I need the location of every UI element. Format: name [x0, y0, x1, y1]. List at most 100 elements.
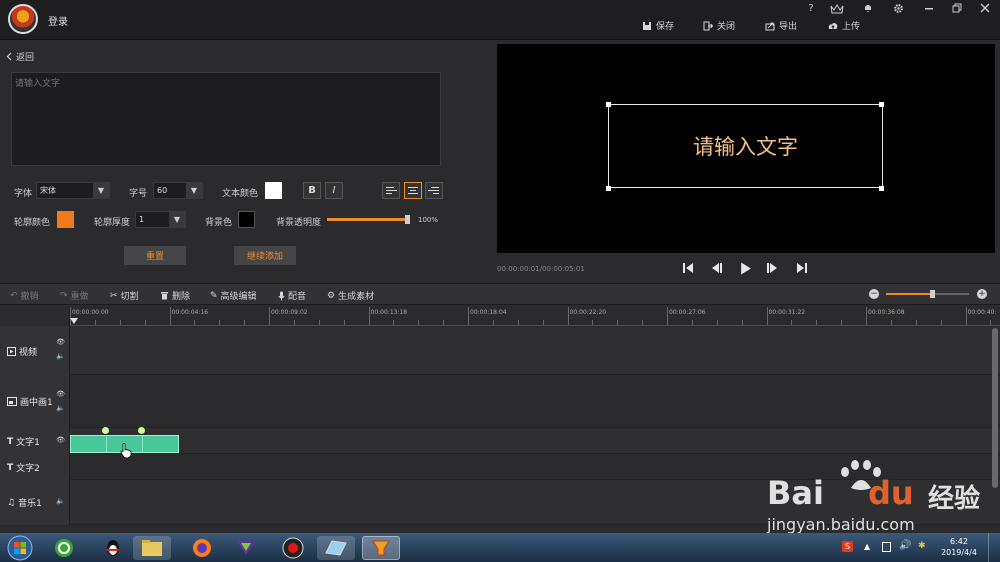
resize-handle-bl[interactable] [606, 186, 611, 191]
upload-button[interactable]: 上传 [828, 19, 860, 32]
save-button[interactable]: 保存 [642, 19, 674, 32]
show-desktop-button[interactable] [988, 533, 1000, 562]
close-window-icon[interactable] [978, 3, 992, 16]
app-logo-icon[interactable] [8, 4, 38, 34]
timeline-toolbar [0, 283, 1000, 305]
bg-opacity-slider[interactable] [327, 215, 410, 224]
generate-material-button[interactable]: ⚙ 生成素材 [327, 289, 374, 303]
skip-end-icon[interactable] [796, 262, 808, 274]
advanced-edit-button[interactable]: ✎ 高级编辑 [210, 289, 257, 303]
resize-handle-tl[interactable] [606, 102, 611, 107]
login-link[interactable]: 登录 [48, 13, 68, 28]
keyframe-marker[interactable] [102, 427, 109, 434]
back-button[interactable]: 返回 [6, 50, 34, 63]
close-icon [703, 21, 713, 30]
sogou-ime-icon[interactable]: S [842, 541, 853, 552]
text-color-swatch[interactable] [265, 182, 282, 199]
outline-width-select[interactable]: 1 ▼ [135, 211, 186, 228]
video-editor-app-icon [372, 540, 390, 556]
help-icon[interactable]: ? [804, 3, 818, 14]
restore-icon[interactable] [950, 3, 964, 16]
minimize-icon[interactable] [922, 3, 936, 16]
ruler-tick [244, 320, 246, 325]
close-label: 关闭 [717, 22, 736, 32]
bell-icon[interactable] [861, 3, 875, 16]
ruler-tick [965, 307, 967, 325]
taskbar-app-player[interactable] [227, 536, 265, 560]
start-button[interactable] [3, 533, 37, 562]
zoom-handle[interactable] [929, 290, 935, 298]
text-input[interactable] [11, 72, 441, 166]
play-icon[interactable] [739, 262, 752, 275]
usb-tray-icon[interactable] [882, 542, 891, 552]
size-select[interactable]: 60 ▼ [153, 182, 203, 199]
title-bar: 登录 ? 保存 关闭 导出 上传 [0, 0, 1000, 40]
bold-button[interactable]: B [303, 182, 321, 199]
redo-button[interactable]: ↷ 重做 [60, 289, 89, 303]
ruler-tick [343, 320, 345, 325]
track-video[interactable] [0, 326, 1000, 375]
delete-button[interactable]: 删除 [160, 289, 190, 302]
eye-icon[interactable]: 👁 [56, 338, 65, 346]
undo-label: 撤销 [20, 292, 39, 302]
resize-handle-tr[interactable] [879, 102, 884, 107]
taskbar-app-qq[interactable] [94, 536, 132, 560]
eye-icon[interactable]: 👁 [56, 436, 65, 444]
speaker-icon[interactable]: 🔈 [56, 404, 65, 412]
font-select[interactable]: 宋体 ▼ [36, 182, 110, 199]
align-right-button[interactable] [425, 182, 443, 199]
ruler-tick [642, 320, 644, 325]
ruler-tick [368, 307, 370, 325]
step-back-icon[interactable] [710, 262, 722, 274]
speaker-icon[interactable]: 🔈 [56, 352, 65, 360]
resize-handle-br[interactable] [879, 186, 884, 191]
taskbar-app-firefox[interactable] [183, 536, 221, 560]
ruler-tick [492, 320, 494, 325]
ruler-tick [293, 320, 295, 325]
dub-button[interactable]: 配音 [278, 289, 306, 302]
playhead-icon[interactable] [70, 318, 78, 324]
baidu-brand: Bai [767, 474, 824, 512]
speaker-icon[interactable]: 🔈 [56, 497, 65, 505]
cut-button[interactable]: ✂ 切割 [110, 289, 139, 303]
align-center-button[interactable] [404, 182, 422, 199]
outline-color-swatch[interactable] [57, 211, 74, 228]
undo-button[interactable]: ↶ 撤销 [10, 289, 39, 303]
eye-icon[interactable]: 👁 [56, 390, 65, 398]
preview-text-box[interactable]: 请输入文字 [608, 104, 883, 188]
keyframe-marker[interactable] [138, 427, 145, 434]
close-project-button[interactable]: 关闭 [703, 19, 735, 32]
italic-button[interactable]: I [325, 182, 343, 199]
skip-start-icon[interactable] [682, 262, 694, 274]
redo-label: 重做 [70, 292, 89, 302]
track-pip1[interactable] [0, 375, 1000, 428]
zoom-slider[interactable] [886, 290, 969, 298]
clock-time: 6:42 [950, 537, 968, 546]
taskbar-app-explorer[interactable] [133, 536, 171, 560]
taskbar-app-360[interactable] [45, 536, 83, 560]
step-forward-icon[interactable] [767, 262, 779, 274]
volume-icon[interactable]: 🔊 [899, 540, 911, 551]
vip-icon[interactable] [830, 4, 844, 16]
export-button[interactable]: 导出 [765, 19, 797, 32]
system-clock[interactable]: 6:42 2019/4/4 [938, 536, 980, 558]
align-left-button[interactable] [382, 182, 400, 199]
zoom-in-icon[interactable]: + [977, 289, 987, 299]
ruler-tick-label: 00:00:27:06 [669, 309, 706, 316]
taskbar-app-recorder[interactable] [274, 536, 312, 560]
zoom-out-icon[interactable]: − [869, 289, 879, 299]
continue-add-button[interactable]: 继续添加 [234, 246, 296, 265]
ruler-tick-label: 00:00:13:18 [370, 309, 408, 316]
taskbar-app-active[interactable] [362, 536, 400, 560]
tray-expand-icon[interactable]: ▲ [864, 542, 870, 551]
bg-color-swatch[interactable] [238, 211, 255, 228]
gear-icon[interactable] [891, 3, 905, 17]
bg-opacity-handle[interactable] [405, 215, 410, 224]
taskbar-app-editor[interactable] [317, 536, 355, 560]
timeline-ruler[interactable] [70, 306, 1000, 326]
network-icon[interactable]: ✱ [918, 541, 926, 551]
ruler-tick [667, 307, 668, 325]
text-icon: T [7, 462, 14, 473]
reset-button[interactable]: 重置 [124, 246, 186, 265]
track-name: 文字2 [16, 464, 40, 474]
